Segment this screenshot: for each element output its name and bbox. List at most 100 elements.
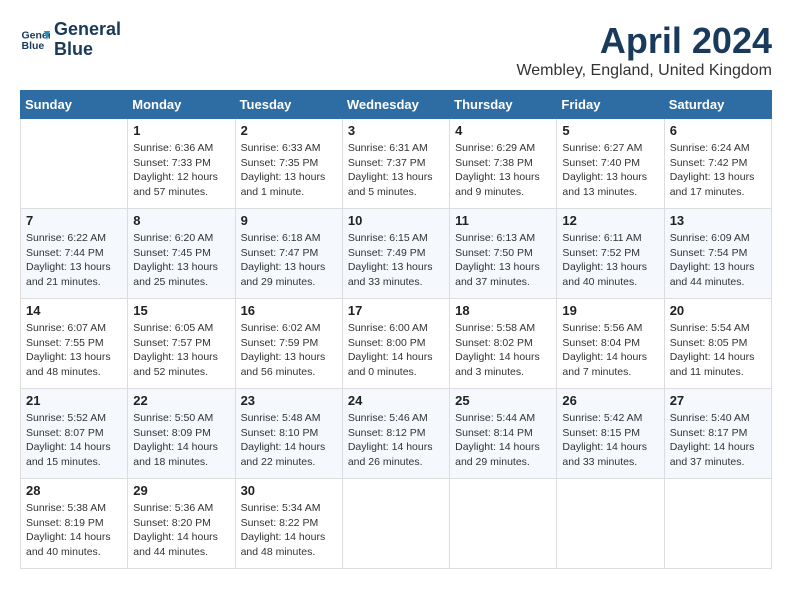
day-info: Sunrise: 6:02 AMSunset: 7:59 PMDaylight:…	[241, 321, 337, 380]
day-info: Sunrise: 5:42 AMSunset: 8:15 PMDaylight:…	[562, 411, 658, 470]
calendar-week-3: 14Sunrise: 6:07 AMSunset: 7:55 PMDayligh…	[21, 299, 772, 389]
header-row: SundayMondayTuesdayWednesdayThursdayFrid…	[21, 91, 772, 119]
day-info: Sunrise: 6:24 AMSunset: 7:42 PMDaylight:…	[670, 141, 766, 200]
day-number: 10	[348, 213, 444, 228]
day-number: 18	[455, 303, 551, 318]
calendar-cell: 3Sunrise: 6:31 AMSunset: 7:37 PMDaylight…	[342, 119, 449, 209]
header-cell-friday: Friday	[557, 91, 664, 119]
day-number: 13	[670, 213, 766, 228]
calendar-cell: 23Sunrise: 5:48 AMSunset: 8:10 PMDayligh…	[235, 389, 342, 479]
location-subtitle: Wembley, England, United Kingdom	[516, 62, 772, 80]
header-cell-tuesday: Tuesday	[235, 91, 342, 119]
calendar-cell	[664, 479, 771, 569]
day-number: 16	[241, 303, 337, 318]
calendar-cell: 17 Sunrise: 6:00 AMSunset: 8:00 PMDayligh…	[342, 299, 449, 389]
day-info: Sunrise: 6:27 AMSunset: 7:40 PMDaylight:…	[562, 141, 658, 200]
day-number: 9	[241, 213, 337, 228]
calendar-cell	[557, 479, 664, 569]
calendar-cell: 22 Sunrise: 5:50 AMSunset: 8:09 PMDayligh…	[128, 389, 235, 479]
title-section: April 2024 Wembley, England, United King…	[516, 20, 772, 80]
day-number: 2	[241, 123, 337, 138]
calendar-cell: 21Sunrise: 5:52 AMSunset: 8:07 PMDayligh…	[21, 389, 128, 479]
day-number: 6	[670, 123, 766, 138]
day-info: Sunrise: 6:13 AMSunset: 7:50 PMDaylight:…	[455, 231, 551, 290]
calendar-cell: 28 Sunrise: 5:38 AMSunset: 8:19 PMDayligh…	[21, 479, 128, 569]
day-info: Sunrise: 6:29 AMSunset: 7:38 PMDaylight:…	[455, 141, 551, 200]
calendar-cell: 7 Sunrise: 6:22 AMSunset: 7:44 PMDaylight…	[21, 209, 128, 299]
day-number: 3	[348, 123, 444, 138]
day-info: Sunrise: 5:50 AMSunset: 8:09 PMDaylight:…	[133, 411, 229, 470]
calendar-week-5: 28 Sunrise: 5:38 AMSunset: 8:19 PMDayligh…	[21, 479, 772, 569]
calendar-cell: 13 Sunrise: 6:09 AMSunset: 7:54 PMDayligh…	[664, 209, 771, 299]
calendar-cell: 9 Sunrise: 6:18 AMSunset: 7:47 PMDaylight…	[235, 209, 342, 299]
calendar-cell: 5 Sunrise: 6:27 AMSunset: 7:40 PMDaylight…	[557, 119, 664, 209]
header-cell-saturday: Saturday	[664, 91, 771, 119]
calendar-cell: 27 Sunrise: 5:40 AMSunset: 8:17 PMDayligh…	[664, 389, 771, 479]
day-number: 11	[455, 213, 551, 228]
day-number: 8	[133, 213, 229, 228]
calendar-cell: 19 Sunrise: 5:56 AMSunset: 8:04 PMDayligh…	[557, 299, 664, 389]
calendar-header: SundayMondayTuesdayWednesdayThursdayFrid…	[21, 91, 772, 119]
header-cell-monday: Monday	[128, 91, 235, 119]
day-info: Sunrise: 6:11 AMSunset: 7:52 PMDaylight:…	[562, 231, 658, 290]
day-info: Sunrise: 6:05 AMSunset: 7:57 PMDaylight:…	[133, 321, 229, 380]
logo-icon: General Blue	[20, 25, 50, 55]
calendar-week-4: 21Sunrise: 5:52 AMSunset: 8:07 PMDayligh…	[21, 389, 772, 479]
day-info: Sunrise: 6:18 AMSunset: 7:47 PMDaylight:…	[241, 231, 337, 290]
calendar-cell: 14Sunrise: 6:07 AMSunset: 7:55 PMDayligh…	[21, 299, 128, 389]
header-cell-thursday: Thursday	[450, 91, 557, 119]
calendar-cell: 6 Sunrise: 6:24 AMSunset: 7:42 PMDaylight…	[664, 119, 771, 209]
day-number: 12	[562, 213, 658, 228]
calendar-body: 1 Sunrise: 6:36 AMSunset: 7:33 PMDaylight…	[21, 119, 772, 569]
calendar-cell: 20 Sunrise: 5:54 AMSunset: 8:05 PMDayligh…	[664, 299, 771, 389]
calendar-cell	[342, 479, 449, 569]
day-info: Sunrise: 6:09 AMSunset: 7:54 PMDaylight:…	[670, 231, 766, 290]
day-info: Sunrise: 5:54 AMSunset: 8:05 PMDaylight:…	[670, 321, 766, 380]
day-number: 17	[348, 303, 444, 318]
day-info: Sunrise: 6:15 AMSunset: 7:49 PMDaylight:…	[348, 231, 444, 290]
calendar-cell: 24Sunrise: 5:46 AMSunset: 8:12 PMDayligh…	[342, 389, 449, 479]
day-number: 4	[455, 123, 551, 138]
calendar-cell: 1 Sunrise: 6:36 AMSunset: 7:33 PMDaylight…	[128, 119, 235, 209]
day-number: 23	[241, 393, 337, 408]
day-info: Sunrise: 6:22 AMSunset: 7:44 PMDaylight:…	[26, 231, 122, 290]
day-info: Sunrise: 5:56 AMSunset: 8:04 PMDaylight:…	[562, 321, 658, 380]
calendar-cell: 8Sunrise: 6:20 AMSunset: 7:45 PMDaylight…	[128, 209, 235, 299]
logo-text: General Blue	[54, 20, 121, 60]
page-header: General Blue General Blue April 2024 Wem…	[20, 20, 772, 80]
day-number: 27	[670, 393, 766, 408]
day-info: Sunrise: 5:34 AMSunset: 8:22 PMDaylight:…	[241, 501, 337, 560]
calendar-week-1: 1 Sunrise: 6:36 AMSunset: 7:33 PMDaylight…	[21, 119, 772, 209]
header-cell-sunday: Sunday	[21, 91, 128, 119]
calendar-cell	[450, 479, 557, 569]
day-number: 7	[26, 213, 122, 228]
calendar-cell: 18Sunrise: 5:58 AMSunset: 8:02 PMDayligh…	[450, 299, 557, 389]
day-info: Sunrise: 6:00 AMSunset: 8:00 PMDaylight:…	[348, 321, 444, 380]
day-info: Sunrise: 6:36 AMSunset: 7:33 PMDaylight:…	[133, 141, 229, 200]
day-info: Sunrise: 6:07 AMSunset: 7:55 PMDaylight:…	[26, 321, 122, 380]
calendar-cell: 2 Sunrise: 6:33 AMSunset: 7:35 PMDaylight…	[235, 119, 342, 209]
svg-text:Blue: Blue	[22, 40, 45, 52]
calendar-cell: 4 Sunrise: 6:29 AMSunset: 7:38 PMDaylight…	[450, 119, 557, 209]
day-number: 1	[133, 123, 229, 138]
day-number: 22	[133, 393, 229, 408]
day-number: 5	[562, 123, 658, 138]
calendar-cell: 30Sunrise: 5:34 AMSunset: 8:22 PMDayligh…	[235, 479, 342, 569]
day-info: Sunrise: 5:36 AMSunset: 8:20 PMDaylight:…	[133, 501, 229, 560]
calendar-table: SundayMondayTuesdayWednesdayThursdayFrid…	[20, 90, 772, 569]
calendar-cell: 15Sunrise: 6:05 AMSunset: 7:57 PMDayligh…	[128, 299, 235, 389]
calendar-cell: 10 Sunrise: 6:15 AMSunset: 7:49 PMDayligh…	[342, 209, 449, 299]
day-number: 20	[670, 303, 766, 318]
day-number: 28	[26, 483, 122, 498]
day-number: 21	[26, 393, 122, 408]
day-info: Sunrise: 5:38 AMSunset: 8:19 PMDaylight:…	[26, 501, 122, 560]
calendar-week-2: 7 Sunrise: 6:22 AMSunset: 7:44 PMDaylight…	[21, 209, 772, 299]
day-number: 25	[455, 393, 551, 408]
logo: General Blue General Blue	[20, 20, 121, 60]
day-info: Sunrise: 5:40 AMSunset: 8:17 PMDaylight:…	[670, 411, 766, 470]
month-year-title: April 2024	[516, 20, 772, 62]
calendar-cell: 26Sunrise: 5:42 AMSunset: 8:15 PMDayligh…	[557, 389, 664, 479]
day-number: 19	[562, 303, 658, 318]
day-info: Sunrise: 6:33 AMSunset: 7:35 PMDaylight:…	[241, 141, 337, 200]
day-number: 24	[348, 393, 444, 408]
